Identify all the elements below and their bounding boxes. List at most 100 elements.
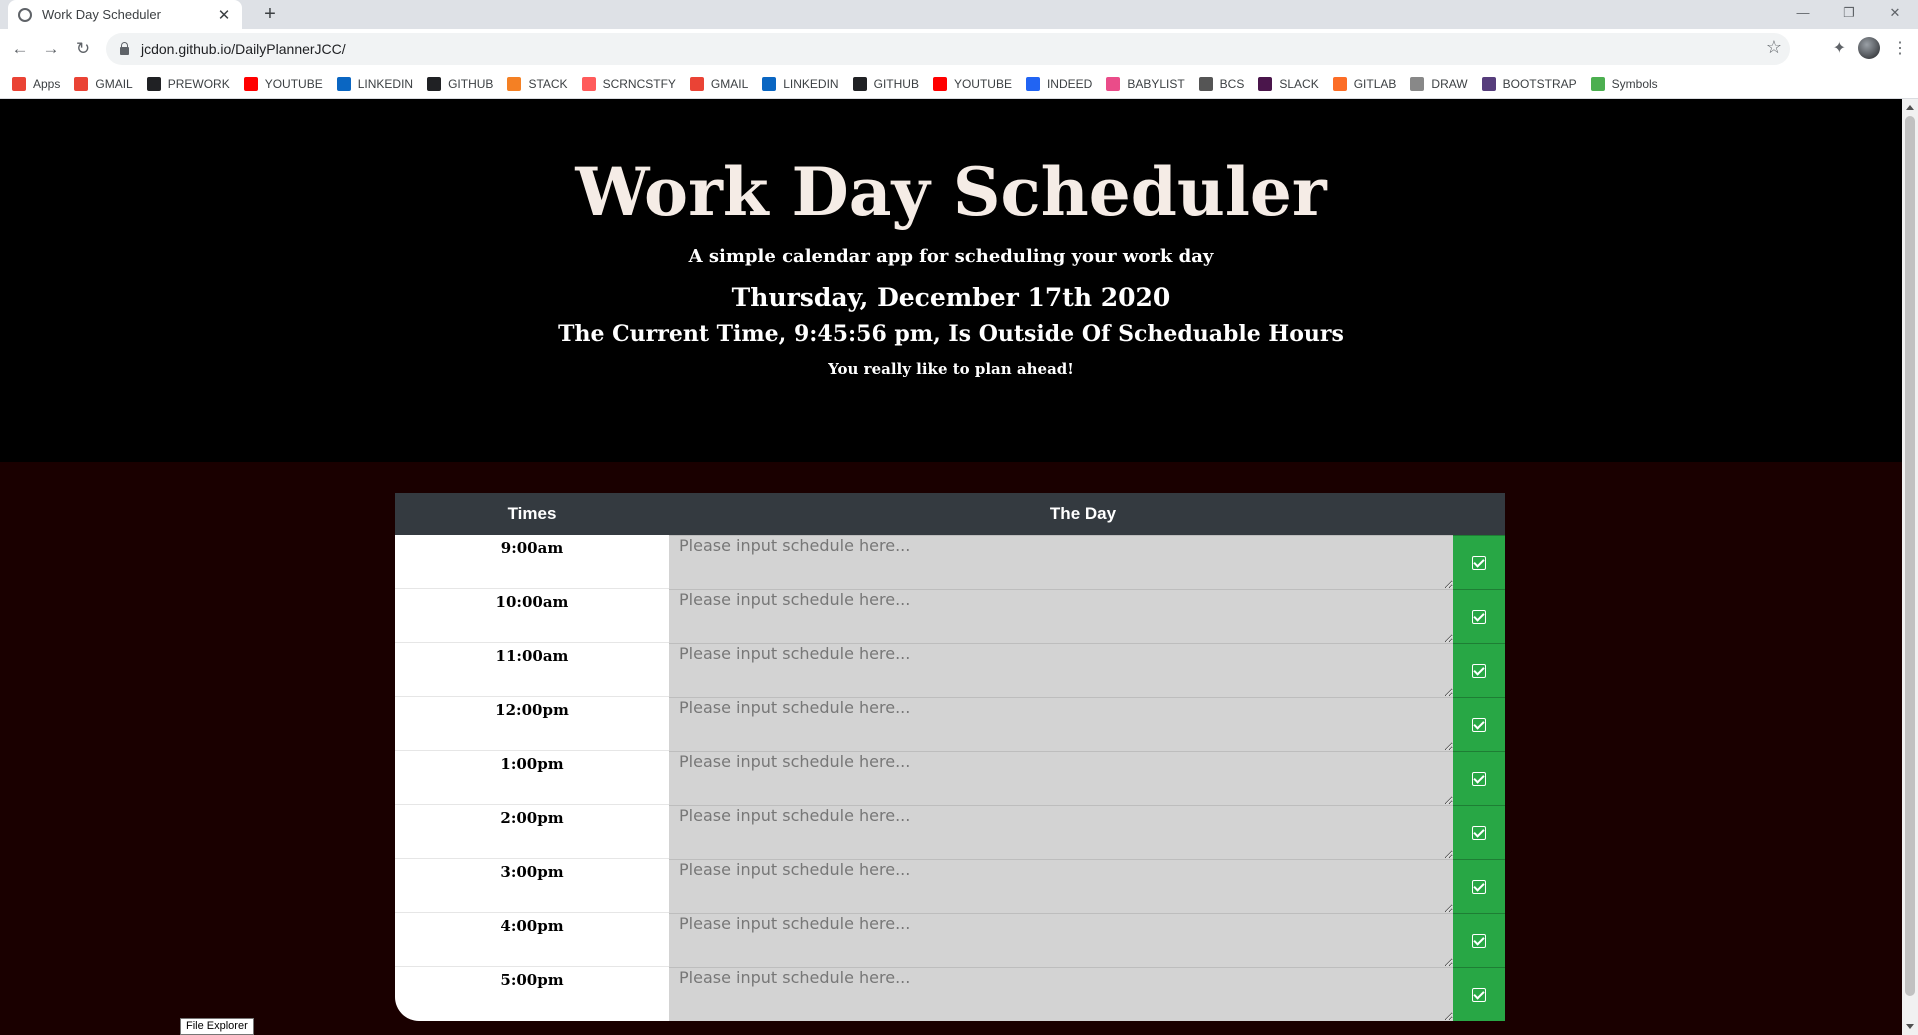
hour-label: 12:00pm bbox=[395, 697, 669, 750]
hour-label: 2:00pm bbox=[395, 805, 669, 858]
bookmark-symbols[interactable]: Symbols bbox=[1590, 76, 1658, 91]
schedule-input[interactable] bbox=[669, 805, 1453, 859]
bookmark-bootstrap[interactable]: BOOTSTRAP bbox=[1481, 76, 1577, 91]
save-button[interactable] bbox=[1453, 967, 1505, 1021]
profile-avatar[interactable] bbox=[1858, 37, 1880, 59]
bookmark-youtube[interactable]: YOUTUBE bbox=[932, 76, 1012, 91]
save-button[interactable] bbox=[1453, 697, 1505, 751]
window-controls: — ❐ ✕ bbox=[1780, 0, 1918, 29]
bookmark-prework[interactable]: PREWORK bbox=[146, 76, 230, 91]
page-subtitle: A simple calendar app for scheduling you… bbox=[688, 246, 1214, 267]
page-content: Work Day Scheduler A simple calendar app… bbox=[0, 99, 1902, 1035]
bookmark-draw[interactable]: DRAW bbox=[1410, 76, 1468, 91]
bookmark-label: Symbols bbox=[1611, 76, 1658, 91]
forward-button[interactable]: → bbox=[39, 37, 63, 61]
address-bar[interactable]: jcdon.github.io/DailyPlannerJCC/ ☆ bbox=[106, 33, 1790, 65]
lock-icon bbox=[120, 41, 129, 55]
page-title: Work Day Scheduler bbox=[575, 153, 1327, 231]
new-tab-button[interactable]: + bbox=[258, 2, 282, 26]
hour-label: 4:00pm bbox=[395, 913, 669, 966]
bookmark-apps[interactable]: Apps bbox=[12, 76, 60, 91]
time-block-row: 1:00pm bbox=[395, 751, 1505, 805]
bookmark-github[interactable]: GITHUB bbox=[427, 76, 493, 91]
bookmark-label: SCRNCSTFY bbox=[602, 76, 676, 91]
youtube-icon bbox=[243, 76, 258, 91]
youtube-icon bbox=[932, 76, 947, 91]
gmail-icon bbox=[689, 76, 704, 91]
restore-button[interactable]: ❐ bbox=[1826, 0, 1872, 29]
column-header-day: The Day bbox=[1049, 504, 1117, 523]
save-button[interactable] bbox=[1453, 643, 1505, 697]
hour-label: 1:00pm bbox=[395, 751, 669, 804]
bookmark-label: STACK bbox=[528, 76, 568, 91]
page-scrollbar[interactable] bbox=[1902, 99, 1918, 1035]
hour-label: 5:00pm bbox=[395, 967, 669, 1021]
status-note: You really like to plan ahead! bbox=[828, 360, 1074, 378]
bookmark-bcs[interactable]: BCS bbox=[1198, 76, 1244, 91]
schedule-input[interactable] bbox=[669, 913, 1453, 967]
time-block-row: 12:00pm bbox=[395, 697, 1505, 751]
bookmark-youtube[interactable]: YOUTUBE bbox=[243, 76, 323, 91]
hour-label: 3:00pm bbox=[395, 859, 669, 912]
save-button[interactable] bbox=[1453, 805, 1505, 859]
minimize-button[interactable]: — bbox=[1780, 0, 1826, 29]
save-button[interactable] bbox=[1453, 535, 1505, 589]
schedule-input[interactable] bbox=[669, 535, 1453, 589]
time-block-row: 5:00pm bbox=[395, 967, 1505, 1021]
bookmark-github[interactable]: GITHUB bbox=[852, 76, 919, 91]
bookmark-babylist[interactable]: BABYLIST bbox=[1106, 76, 1185, 91]
schedule-input[interactable] bbox=[669, 643, 1453, 697]
save-button[interactable] bbox=[1453, 859, 1505, 913]
reload-button[interactable]: ↻ bbox=[71, 37, 95, 61]
stackoverflow-icon bbox=[507, 76, 522, 91]
browser-menu-icon[interactable]: ⋮ bbox=[1892, 38, 1908, 58]
save-button[interactable] bbox=[1453, 589, 1505, 643]
schedule-input[interactable] bbox=[669, 751, 1453, 805]
bookmark-indeed[interactable]: INDEED bbox=[1025, 76, 1092, 91]
close-window-button[interactable]: ✕ bbox=[1872, 0, 1918, 29]
url-text: jcdon.github.io/DailyPlannerJCC/ bbox=[141, 41, 346, 57]
slack-icon bbox=[1258, 76, 1273, 91]
heart-icon bbox=[1106, 76, 1121, 91]
tab-work-day-scheduler[interactable]: Work Day Scheduler ✕ bbox=[8, 0, 242, 29]
bookmark-scrncstfy[interactable]: SCRNCSTFY bbox=[581, 76, 676, 91]
bookmark-gmail[interactable]: GMAIL bbox=[689, 76, 749, 91]
bookmark-star-icon[interactable]: ☆ bbox=[1766, 37, 1782, 58]
hour-label: 11:00am bbox=[395, 643, 669, 696]
schedule-input[interactable] bbox=[669, 697, 1453, 751]
schedule-input[interactable] bbox=[669, 859, 1453, 913]
checkbox-save-icon bbox=[1472, 825, 1486, 840]
scroll-up-icon[interactable] bbox=[1906, 105, 1914, 110]
extensions-icon[interactable]: ✦ bbox=[1833, 38, 1846, 58]
save-button[interactable] bbox=[1453, 913, 1505, 967]
time-block-row: 11:00am bbox=[395, 643, 1505, 697]
time-block-row: 9:00am bbox=[395, 535, 1505, 589]
back-button[interactable]: ← bbox=[8, 37, 32, 61]
bookmark-label: GMAIL bbox=[710, 76, 749, 91]
apps-grid-icon bbox=[12, 76, 26, 91]
scroll-down-icon[interactable] bbox=[1906, 1024, 1914, 1029]
time-block-row: 4:00pm bbox=[395, 913, 1505, 967]
schedule-input[interactable] bbox=[669, 589, 1453, 643]
planner-table: Times The Day 9:00am10:00am11:00am12:00p… bbox=[395, 493, 1505, 1021]
bookmark-stack[interactable]: STACK bbox=[507, 76, 568, 91]
gmail-icon bbox=[74, 76, 89, 91]
scroll-thumb[interactable] bbox=[1905, 116, 1915, 996]
planner-rows: 9:00am10:00am11:00am12:00pm1:00pm2:00pm3… bbox=[395, 535, 1505, 1021]
schedule-input[interactable] bbox=[669, 967, 1453, 1021]
tab-title: Work Day Scheduler bbox=[42, 7, 161, 22]
checkbox-save-icon bbox=[1472, 933, 1486, 948]
bookmark-linkedin[interactable]: LINKEDIN bbox=[762, 76, 839, 91]
bookmark-label: LINKEDIN bbox=[357, 76, 414, 91]
screencastify-icon bbox=[581, 76, 596, 91]
checkbox-save-icon bbox=[1472, 609, 1486, 624]
bookmark-linkedin[interactable]: LINKEDIN bbox=[336, 76, 414, 91]
checkbox-save-icon bbox=[1472, 771, 1486, 786]
save-button[interactable] bbox=[1453, 751, 1505, 805]
close-tab-icon[interactable]: ✕ bbox=[216, 6, 232, 24]
bootstrap-icon bbox=[1481, 76, 1496, 91]
bookmark-gitlab[interactable]: GITLAB bbox=[1332, 76, 1396, 91]
bookmark-gmail[interactable]: GMAIL bbox=[74, 76, 133, 91]
bookmark-label: GMAIL bbox=[95, 76, 133, 91]
bookmark-slack[interactable]: SLACK bbox=[1258, 76, 1319, 91]
